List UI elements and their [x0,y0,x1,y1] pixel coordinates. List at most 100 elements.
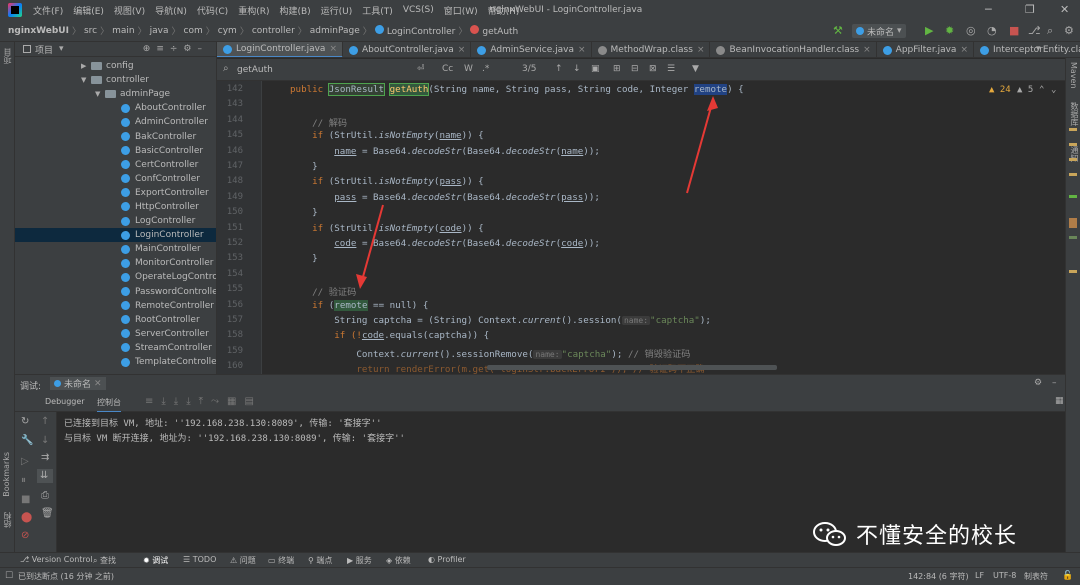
close-icon[interactable]: ✕ [94,379,102,389]
search-input[interactable]: getAuth [237,65,273,75]
structure-tool-button[interactable]: 结构 [2,512,13,528]
rerun-icon[interactable]: ↻ [21,416,29,427]
coverage-icon[interactable]: ◎ [966,24,976,37]
down-icon[interactable]: ↓ [41,435,49,446]
open-in-window-icon[interactable]: ☰ [667,64,675,74]
tool-tab[interactable]: ☰ TODO [183,555,216,564]
tab-console[interactable]: 控制台 [97,397,121,413]
tool-tab[interactable]: ✹ 调试 [143,555,168,566]
tree-class[interactable]: MainController [15,242,216,256]
breadcrumb-item[interactable]: nginxWebUI [0,26,72,36]
tabs-dropdown-icon[interactable]: ▾ [1036,44,1041,54]
clear-all-icon[interactable]: 🗑 [41,508,54,519]
step-actions-icons[interactable]: ≡⤓⤓⤓⤒⤳▦▤ [145,396,262,407]
close-icon[interactable]: × [863,45,871,55]
tree-class[interactable]: MonitorController [15,256,216,270]
resume-icon[interactable]: ▷ [21,456,29,467]
file-encoding[interactable]: UTF-8 [993,571,1016,580]
view-breakpoints-icon[interactable]: ⬤ [21,512,32,523]
menu-item[interactable]: 窗口(W) [439,4,483,17]
editor-tab[interactable]: LoginController.java × [217,42,343,57]
chevron-down-icon[interactable]: ▼ [95,90,105,98]
pause-icon[interactable]: ⏸ [21,475,26,486]
tool-tab[interactable]: ◈ 依赖 [386,555,411,566]
tree-folder[interactable]: ▼ adminPage [15,87,216,101]
editor-tab[interactable]: AppFilter.java × [877,42,974,57]
error-stripe-mark[interactable] [1069,195,1077,198]
menu-item[interactable]: 构建(B) [274,4,315,17]
tree-class[interactable]: AdminController [15,115,216,129]
debug-session-tab[interactable]: 未命名 ✕ [50,377,106,390]
tool-tab[interactable]: ▶ 服务 [347,555,372,566]
error-stripe-mark[interactable] [1069,218,1077,228]
breadcrumb-item[interactable]: LoginController [372,24,459,37]
error-stripe-mark[interactable] [1069,158,1077,161]
error-stripe-mark[interactable] [1069,143,1077,146]
select-all-occurrences-icon[interactable]: ⊠ [649,64,657,74]
tree-class[interactable]: StreamController [15,341,216,355]
next-occurrence-icon[interactable]: ↓ [573,64,581,74]
maven-tool-button[interactable]: Maven [1069,62,1078,89]
breadcrumb-item[interactable]: src [81,26,100,36]
menu-item[interactable]: 代码(C) [192,4,233,17]
breadcrumb-item[interactable]: com [181,26,206,36]
regex-toggle[interactable]: .* [482,64,489,74]
editor-tab[interactable]: InterceptorEntity.cla [974,42,1080,57]
error-stripe-mark[interactable] [1069,173,1077,176]
new-line-icon[interactable]: ⏎ [417,64,425,74]
tree-folder[interactable]: ▼ controller [15,73,216,87]
restore-icon[interactable]: ❐ [1025,3,1035,16]
run-config-dropdown[interactable]: 未命名 ▾ [852,24,906,38]
tree-class[interactable]: BasicController [15,144,216,158]
run-icon[interactable]: ▶ [925,24,933,37]
database-tool-button[interactable]: 数据库 [1069,102,1080,126]
menu-item[interactable]: 视图(V) [109,4,150,17]
settings-icon[interactable]: ⚙ [1064,24,1074,37]
indent-setting[interactable]: 制表符 [1024,571,1048,582]
menu-item[interactable]: 文件(F) [28,4,68,17]
tree-class[interactable]: LoginController [15,228,216,243]
tree-class[interactable]: OperateLogControll [15,270,216,284]
tree-class[interactable]: LogController [15,214,216,228]
breadcrumb-item[interactable]: main [109,26,138,36]
settings-icon[interactable]: ⚙ [1034,378,1042,388]
chevron-right-icon[interactable]: ▶ [81,62,91,70]
tree-class[interactable]: CertController [15,158,216,172]
tree-class[interactable]: PasswordController [15,285,216,299]
close-icon[interactable]: × [329,44,337,54]
search-everywhere-icon[interactable]: ⌕ [1047,24,1053,38]
tool-tab[interactable]: ▭ 终端 [268,555,294,566]
project-tool-button[interactable]: 项目 [2,48,13,64]
hide-icon[interactable]: – [1052,378,1057,388]
wrench-icon[interactable]: 🔧 [21,435,33,446]
tree-class[interactable]: BakController [15,129,216,143]
tree-class[interactable]: RemoteController [15,299,216,313]
find-in-window-icon[interactable]: ▣ [591,64,600,74]
more-icon[interactable]: ⋮ [1052,44,1061,54]
stop-icon[interactable]: ■ [21,494,30,505]
menu-item[interactable]: 运行(U) [316,4,358,17]
close-icon[interactable]: × [458,45,466,55]
match-case-toggle[interactable]: Cc [442,64,453,74]
editor-tab[interactable]: AdminService.java × [471,42,592,57]
breadcrumb-item[interactable]: cym [215,26,240,36]
status-icon[interactable]: ☐ [5,571,13,581]
close-icon[interactable]: × [697,45,705,55]
close-icon[interactable]: ✕ [1060,3,1069,16]
line-separator[interactable]: LF [975,571,984,580]
tree-class[interactable]: HttpController [15,200,216,214]
close-icon[interactable]: × [960,45,968,55]
tool-tab[interactable]: ⌕ 查找 [93,555,116,566]
tool-tab[interactable]: ⚠ 问题 [230,555,256,566]
tab-debugger[interactable]: Debugger [45,397,85,406]
error-stripe-mark[interactable] [1069,128,1077,131]
caret-position[interactable]: 142:84 (6 字符) [908,571,969,582]
tool-tab[interactable]: ⚲ 端点 [308,555,332,566]
tree-class[interactable]: ConfController [15,172,216,186]
menu-item[interactable]: 重构(R) [233,4,274,17]
panel-actions[interactable]: ⊕≡÷⚙– [143,44,216,54]
tree-class[interactable]: ServerController [15,327,216,341]
project-panel-title[interactable]: 项目 [35,43,53,56]
chevron-down-icon[interactable]: ▼ [81,76,91,84]
status-message[interactable]: 已到达断点 (16 分钟 之前) [18,571,114,582]
